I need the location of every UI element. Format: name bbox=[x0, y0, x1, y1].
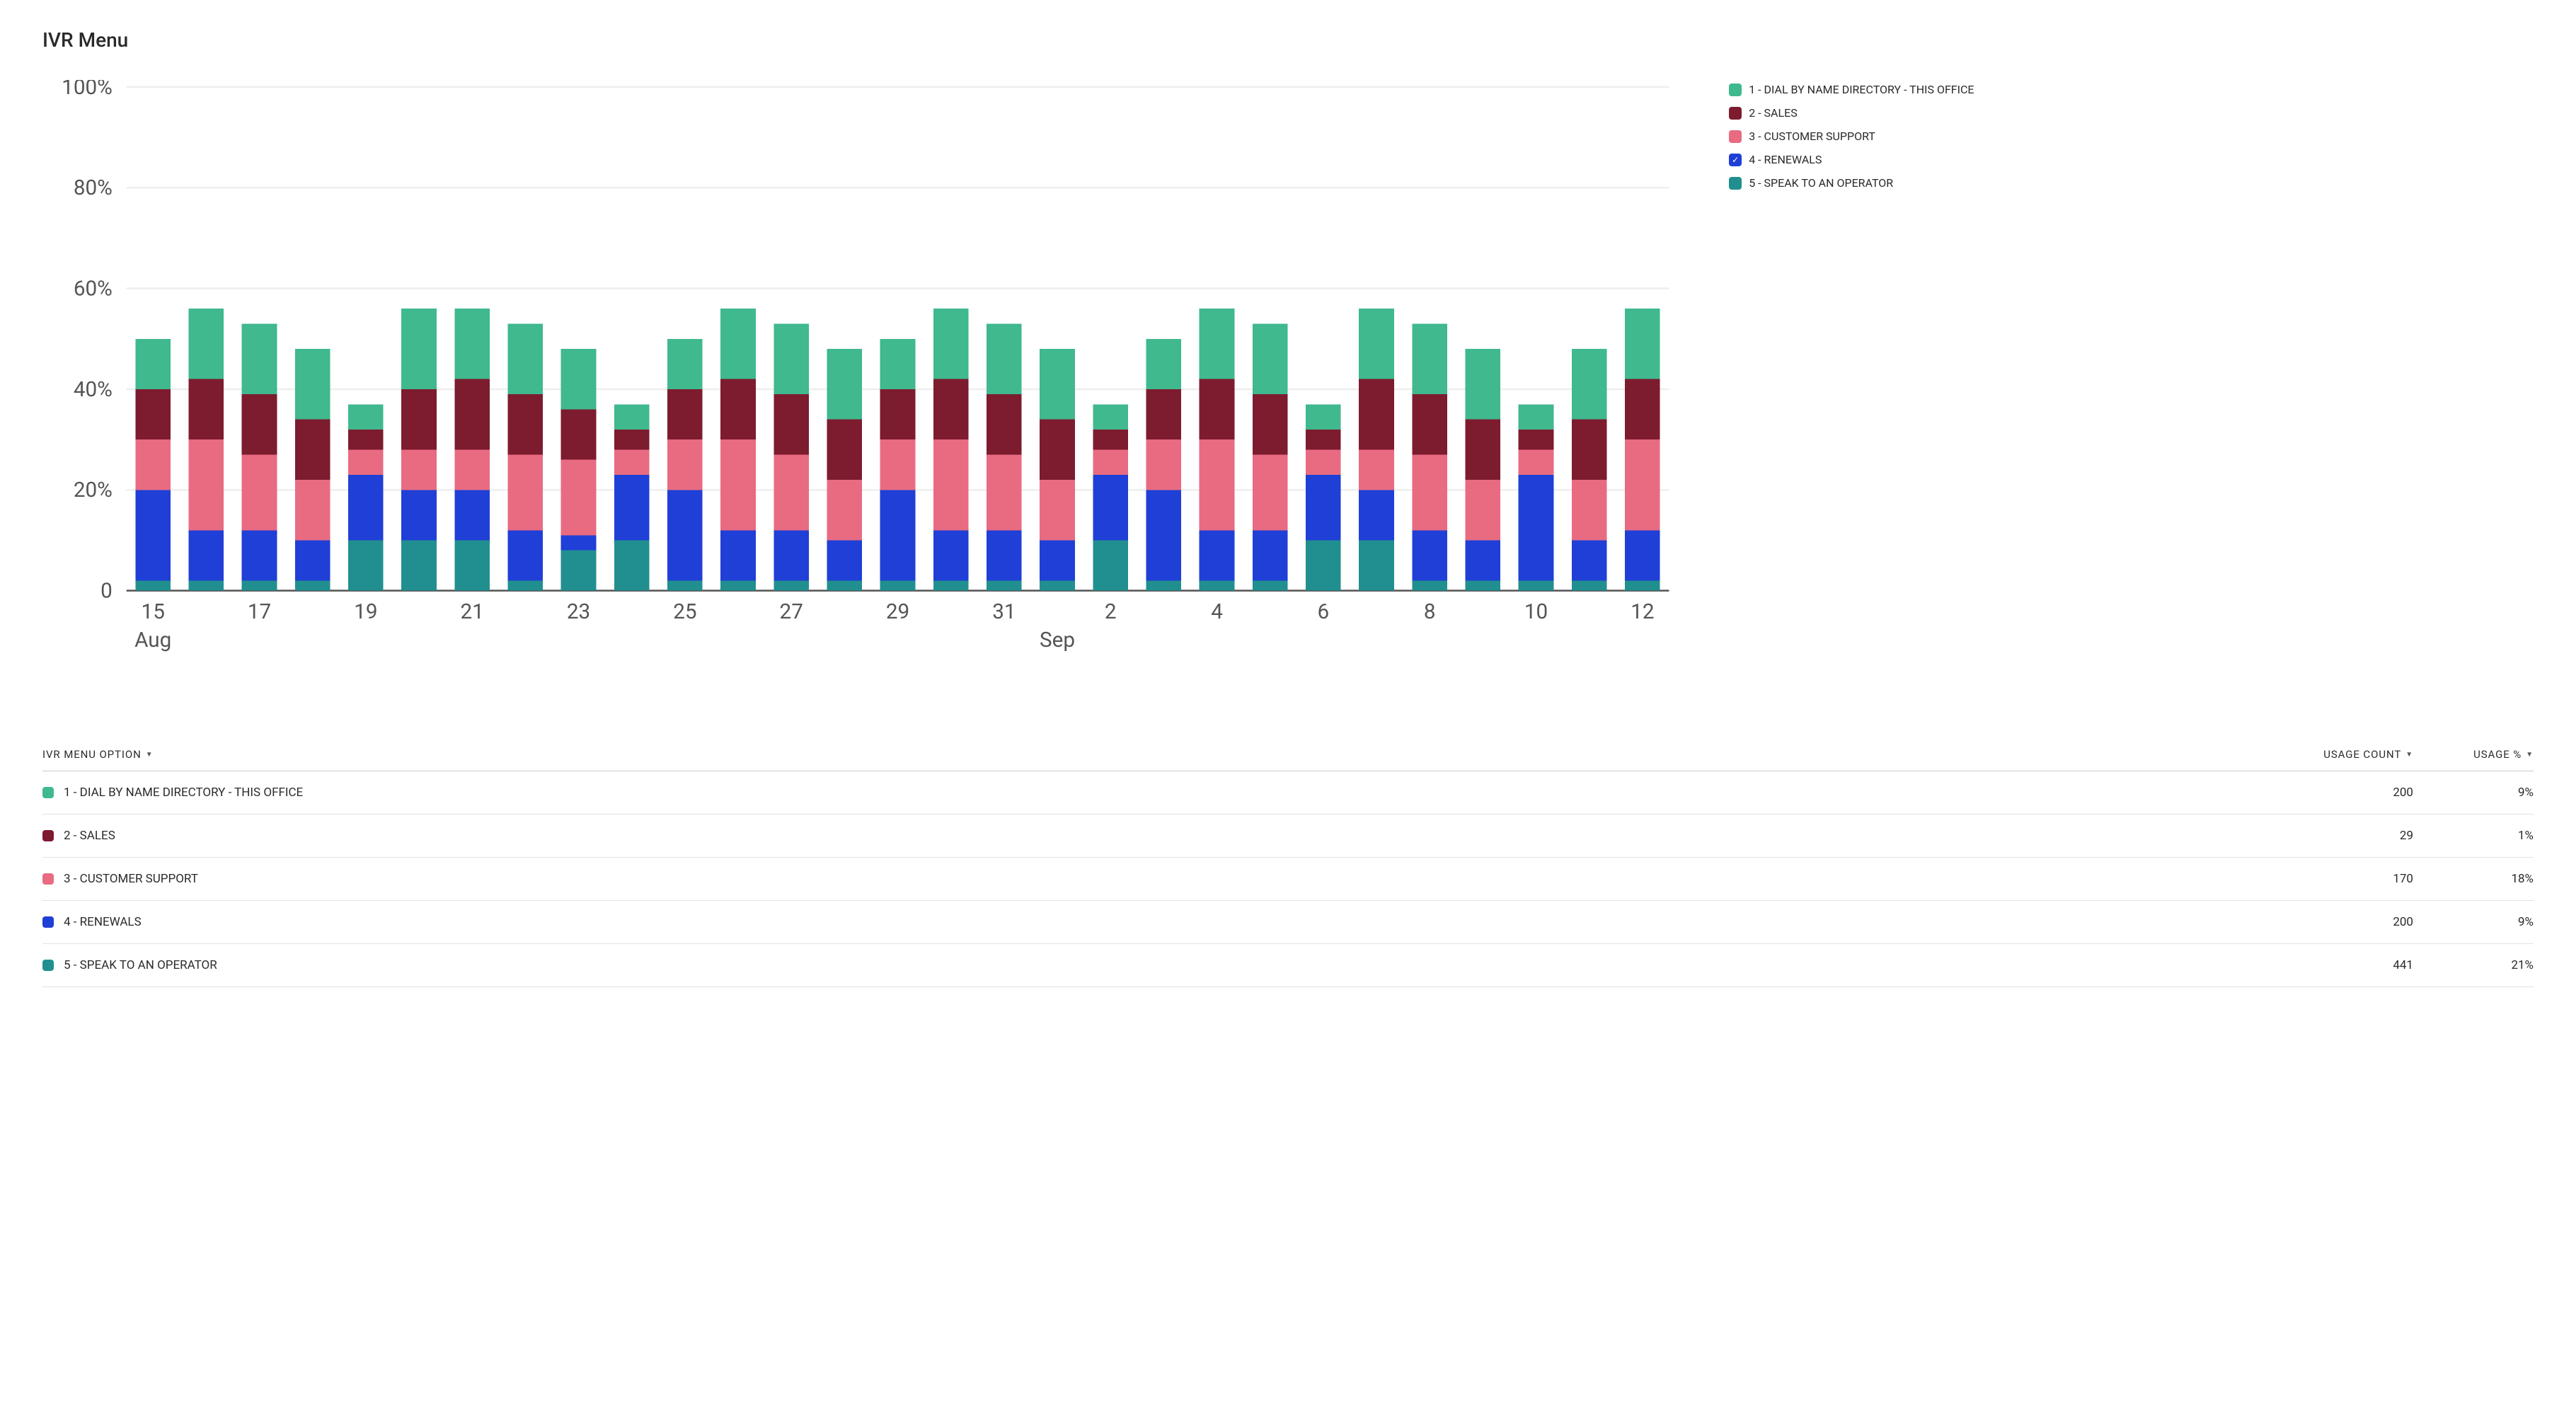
svg-text:23: 23 bbox=[567, 599, 590, 624]
column-header-count[interactable]: USAGE COUNT ▼ bbox=[2293, 748, 2413, 761]
table-row: 3 - CUSTOMER SUPPORT 17018% bbox=[42, 858, 2534, 901]
caret-down-icon: ▼ bbox=[2526, 751, 2534, 759]
table-row: 4 - RENEWALS 2009% bbox=[42, 901, 2534, 944]
legend-item[interactable]: 5 - SPEAK TO AN OPERATOR bbox=[1729, 176, 2534, 190]
svg-text:31: 31 bbox=[992, 599, 1016, 624]
legend-swatch: ✓ bbox=[1729, 154, 1742, 166]
svg-text:27: 27 bbox=[780, 599, 803, 624]
cell-option: 4 - RENEWALS bbox=[42, 915, 2293, 929]
cell-pct: 1% bbox=[2413, 829, 2534, 843]
svg-text:40%: 40% bbox=[74, 377, 113, 402]
table-row: 2 - SALES 291% bbox=[42, 815, 2534, 858]
check-icon: ✓ bbox=[1732, 156, 1739, 164]
svg-text:20%: 20% bbox=[74, 478, 113, 502]
svg-text:21: 21 bbox=[461, 599, 484, 624]
svg-text:0: 0 bbox=[100, 579, 113, 604]
column-header-pct[interactable]: USAGE % ▼ bbox=[2413, 748, 2534, 761]
column-header-option[interactable]: IVR MENU OPTION ▼ bbox=[42, 748, 2293, 761]
row-swatch bbox=[42, 787, 54, 798]
svg-text:8: 8 bbox=[1424, 599, 1436, 624]
table-row: 1 - DIAL BY NAME DIRECTORY - THIS OFFICE… bbox=[42, 771, 2534, 815]
legend-swatch bbox=[1729, 177, 1742, 190]
svg-text:Sep: Sep bbox=[1040, 628, 1075, 652]
cell-count: 441 bbox=[2293, 958, 2413, 972]
cell-option-label: 1 - DIAL BY NAME DIRECTORY - THIS OFFICE bbox=[64, 786, 303, 800]
table-header-row: IVR MENU OPTION ▼ USAGE COUNT ▼ USAGE % … bbox=[42, 738, 2534, 771]
cell-option-label: 2 - SALES bbox=[64, 829, 115, 843]
legend-item[interactable]: ✓ 4 - RENEWALS bbox=[1729, 153, 2534, 166]
legend-label: 3 - CUSTOMER SUPPORT bbox=[1749, 130, 1875, 143]
cell-pct: 21% bbox=[2413, 958, 2534, 972]
cell-option-label: 5 - SPEAK TO AN OPERATOR bbox=[64, 958, 217, 972]
ivr-usage-table: IVR MENU OPTION ▼ USAGE COUNT ▼ USAGE % … bbox=[42, 738, 2534, 987]
legend-label: 4 - RENEWALS bbox=[1749, 153, 1822, 166]
svg-text:25: 25 bbox=[673, 599, 696, 624]
row-swatch bbox=[42, 916, 54, 928]
table-row: 5 - SPEAK TO AN OPERATOR 44121% bbox=[42, 944, 2534, 987]
column-header-count-label: USAGE COUNT bbox=[2323, 748, 2401, 761]
caret-down-icon: ▼ bbox=[146, 751, 154, 759]
svg-text:12: 12 bbox=[1631, 599, 1654, 624]
legend-swatch bbox=[1729, 130, 1742, 143]
chart-legend: 1 - DIAL BY NAME DIRECTORY - THIS OFFICE… bbox=[1729, 80, 2534, 674]
svg-text:80%: 80% bbox=[74, 176, 113, 200]
cell-option: 5 - SPEAK TO AN OPERATOR bbox=[42, 958, 2293, 972]
cell-count: 29 bbox=[2293, 829, 2413, 843]
page-title: IVR Menu bbox=[42, 28, 2534, 52]
cell-pct: 9% bbox=[2413, 915, 2534, 929]
cell-option: 2 - SALES bbox=[42, 829, 2293, 843]
row-swatch bbox=[42, 830, 54, 841]
svg-text:6: 6 bbox=[1318, 599, 1330, 624]
cell-option-label: 3 - CUSTOMER SUPPORT bbox=[64, 872, 198, 886]
cell-count: 200 bbox=[2293, 915, 2413, 929]
legend-label: 1 - DIAL BY NAME DIRECTORY - THIS OFFICE bbox=[1749, 83, 1974, 96]
cell-option: 1 - DIAL BY NAME DIRECTORY - THIS OFFICE bbox=[42, 786, 2293, 800]
legend-swatch bbox=[1729, 107, 1742, 120]
legend-item[interactable]: 2 - SALES bbox=[1729, 106, 2534, 120]
legend-label: 5 - SPEAK TO AN OPERATOR bbox=[1749, 176, 1893, 190]
cell-pct: 18% bbox=[2413, 872, 2534, 886]
svg-text:2: 2 bbox=[1105, 599, 1117, 624]
svg-text:10: 10 bbox=[1524, 599, 1548, 624]
svg-text:17: 17 bbox=[248, 599, 271, 624]
svg-text:Aug: Aug bbox=[134, 628, 171, 652]
svg-text:60%: 60% bbox=[74, 276, 113, 301]
svg-text:15: 15 bbox=[142, 599, 165, 624]
row-swatch bbox=[42, 960, 54, 971]
cell-count: 170 bbox=[2293, 872, 2413, 886]
ivr-stacked-bar-chart: 0 20% 40% 60% 80% 100% 15 Aug 17 19 21 23 25 27 29 31 Se… bbox=[42, 80, 1686, 674]
legend-label: 2 - SALES bbox=[1749, 106, 1798, 120]
cell-count: 200 bbox=[2293, 786, 2413, 800]
svg-text:29: 29 bbox=[886, 599, 909, 624]
legend-item[interactable]: 3 - CUSTOMER SUPPORT bbox=[1729, 130, 2534, 143]
row-swatch bbox=[42, 873, 54, 885]
legend-swatch bbox=[1729, 84, 1742, 96]
cell-pct: 9% bbox=[2413, 786, 2534, 800]
legend-item[interactable]: 1 - DIAL BY NAME DIRECTORY - THIS OFFICE bbox=[1729, 83, 2534, 96]
caret-down-icon: ▼ bbox=[2405, 751, 2413, 759]
column-header-option-label: IVR MENU OPTION bbox=[42, 748, 142, 761]
chart-svg: 0 20% 40% 60% 80% 100% 15 Aug 17 19 21 23 25 27 29 31 Se… bbox=[42, 80, 1686, 674]
column-header-pct-label: USAGE % bbox=[2473, 748, 2522, 761]
svg-text:19: 19 bbox=[354, 599, 377, 624]
cell-option: 3 - CUSTOMER SUPPORT bbox=[42, 872, 2293, 886]
svg-text:4: 4 bbox=[1211, 599, 1223, 624]
cell-option-label: 4 - RENEWALS bbox=[64, 915, 142, 929]
svg-text:100%: 100% bbox=[62, 80, 113, 100]
